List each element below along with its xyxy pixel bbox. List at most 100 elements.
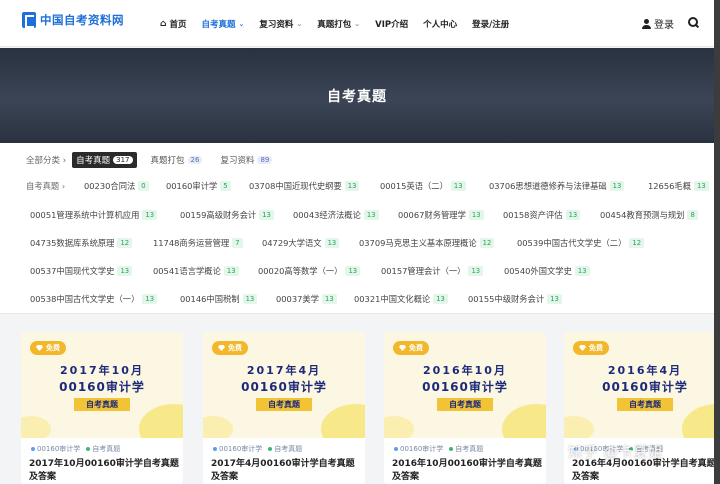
thumb-tag: 自考真题 xyxy=(617,398,673,411)
thumb-decoration xyxy=(321,404,365,438)
thumb-decoration xyxy=(21,416,51,438)
meta-type[interactable]: 自考真题 xyxy=(86,444,120,454)
nav-paper-packs[interactable]: 真题打包 ⌄ xyxy=(317,18,360,30)
nav-vip[interactable]: VIP介绍 xyxy=(375,18,408,30)
thumb-subject: 00160审计学 xyxy=(602,380,688,394)
thumb-subject: 00160审计学 xyxy=(422,380,508,394)
card-thumbnail[interactable]: 免费 2017年4月 00160审计学 自考真题 xyxy=(203,332,365,438)
thumb-tag: 自考真题 xyxy=(256,398,312,411)
subject-filter[interactable]: 00146中国税制 13 xyxy=(180,293,258,305)
thumb-date: 2017年4月 xyxy=(246,364,322,377)
subject-filter[interactable]: 00454教育预测与规划 8 xyxy=(600,209,698,221)
subject-filter[interactable]: 00155中级财务会计 13 xyxy=(468,293,562,305)
free-badge: 免费 xyxy=(393,341,429,355)
category-tab[interactable]: 真题打包 26 xyxy=(147,152,207,168)
chevron-down-icon: ⌄ xyxy=(296,19,303,28)
login-label: 登录 xyxy=(654,20,674,31)
nav-personal-center[interactable]: 个人中心 xyxy=(423,18,457,30)
thumb-decoration xyxy=(502,404,546,438)
subject-filter[interactable]: 03706思想道德修养与法律基础 13 xyxy=(489,180,625,192)
subject-filter[interactable]: 00015英语（二） 13 xyxy=(380,180,466,192)
meta-category[interactable]: 00160审计学 xyxy=(213,444,262,454)
nav-label: VIP介绍 xyxy=(375,19,409,30)
category-row: 全部分类 › 自考真题 317 真题打包 26 复习资料 89 xyxy=(26,152,286,168)
filter-panel: 全部分类 › 自考真题 317 真题打包 26 复习资料 89 自考真题 › 0… xyxy=(0,143,714,314)
subject-filter[interactable]: 04729大学语文 13 xyxy=(262,237,340,249)
site-logo[interactable]: 中国自考资料网 xyxy=(22,12,124,28)
subject-filter[interactable]: 00157管理会计（一） 13 xyxy=(381,265,484,277)
thumb-date: 2017年10月 xyxy=(60,364,144,377)
subject-filter[interactable]: 03708中国近现代史纲要 13 xyxy=(249,180,360,192)
tab-label: 自考真题 xyxy=(76,156,111,166)
subject-filter[interactable]: 00321中国文化概论 13 xyxy=(354,293,448,305)
subject-filter[interactable]: 00051管理系统中计算机应用 13 xyxy=(30,209,158,221)
nav-label: 复习资料 xyxy=(259,19,294,30)
nav-label: 自考真题 xyxy=(201,19,236,30)
home-icon: ⌂ xyxy=(160,18,167,29)
subject-filter[interactable]: 00158资产评估 13 xyxy=(503,209,581,221)
window-edge xyxy=(714,0,720,484)
resource-card[interactable]: 免费 2017年4月 00160审计学 自考真题 00160审计学 自考真题 2… xyxy=(203,332,365,484)
subject-filter[interactable]: 12656毛概 13 xyxy=(648,180,709,192)
diamond-icon xyxy=(399,345,406,351)
tab-label: 复习资料 xyxy=(220,156,255,166)
nav-home[interactable]: ⌂ 首页 xyxy=(160,18,186,30)
count-badge: 89 xyxy=(257,156,273,164)
subject-filter[interactable]: 00037美学 13 xyxy=(276,293,337,305)
category-label: 全部分类 › xyxy=(26,156,67,166)
thumb-decoration xyxy=(203,416,233,438)
free-badge: 免费 xyxy=(573,341,609,355)
thumb-date: 2016年10月 xyxy=(423,364,507,377)
card-title[interactable]: 2016年10月00160审计学自考真题及答案 xyxy=(392,458,542,484)
card-meta: 00160审计学 自考真题 xyxy=(31,444,126,454)
subject-filter[interactable]: 00541语言学概论 13 xyxy=(153,265,239,277)
card-title[interactable]: 2017年10月00160审计学自考真题及答案 xyxy=(29,458,179,484)
meta-type[interactable]: 自考真题 xyxy=(268,444,302,454)
subject-filter[interactable]: 00043经济法概论 13 xyxy=(293,209,379,221)
search-icon[interactable] xyxy=(688,17,699,28)
subject-filter[interactable]: 03709马克思主义基本原理概论 12 xyxy=(359,237,495,249)
card-title[interactable]: 2017年4月00160审计学自考真题及答案 xyxy=(211,458,361,484)
resource-card[interactable]: 免费 2017年10月 00160审计学 自考真题 00160审计学 自考真题 … xyxy=(21,332,183,484)
subject-filter[interactable]: 00537中国现代文学史 13 xyxy=(30,265,133,277)
subject-filter[interactable]: 00539中国古代文学史（二） 12 xyxy=(517,237,645,249)
thumb-decoration xyxy=(682,404,714,438)
logo-icon xyxy=(22,12,36,28)
card-thumbnail[interactable]: 免费 2017年10月 00160审计学 自考真题 xyxy=(21,332,183,438)
subject-filter[interactable]: 04735数据库系统原理 12 xyxy=(30,237,133,249)
subject-filter[interactable]: 00538中国古代文学史（一） 13 xyxy=(30,293,158,305)
card-meta: 00160审计学 自考真题 xyxy=(394,444,489,454)
nav-label: 首页 xyxy=(169,19,187,30)
subject-filter[interactable]: 00067财务管理学 13 xyxy=(398,209,484,221)
subject-filter[interactable]: 00020高等数学（一） 13 xyxy=(258,265,361,277)
subject-filter[interactable]: 00160审计学 5 xyxy=(166,180,231,192)
chevron-down-icon: ⌄ xyxy=(354,19,361,28)
card-thumbnail[interactable]: 免费 2016年10月 00160审计学 自考真题 xyxy=(384,332,546,438)
resource-card[interactable]: 免费 2016年10月 00160审计学 自考真题 00160审计学 自考真题 … xyxy=(384,332,546,484)
subject-filter[interactable]: 00230合同法 0 xyxy=(84,180,149,192)
diamond-icon xyxy=(36,345,43,351)
nav-label: 真题打包 xyxy=(317,19,352,30)
category-tab[interactable]: 自考真题 317 xyxy=(72,152,137,168)
card-meta: 00160审计学 自考真题 xyxy=(213,444,308,454)
page-title: 自考真题 xyxy=(327,89,387,105)
nav-review-materials[interactable]: 复习资料 ⌄ xyxy=(259,18,302,30)
thumb-date: 2016年4月 xyxy=(607,364,683,377)
thumb-decoration xyxy=(384,416,414,438)
subject-filter[interactable]: 00540外国文学史 13 xyxy=(504,265,590,277)
chevron-down-icon: ⌄ xyxy=(238,19,245,28)
logo-text: 中国自考资料网 xyxy=(40,13,124,27)
login-button[interactable]: 登录 xyxy=(642,16,674,31)
subject-filter[interactable]: 00159高级财务会计 13 xyxy=(180,209,274,221)
subject-filter[interactable]: 11748商务运营管理 7 xyxy=(153,237,243,249)
thumb-decoration xyxy=(564,416,594,438)
nav-login-register[interactable]: 登录/注册 xyxy=(472,18,509,30)
diamond-icon xyxy=(579,345,586,351)
meta-type[interactable]: 自考真题 xyxy=(449,444,483,454)
nav-label: 登录/注册 xyxy=(472,19,510,30)
card-thumbnail[interactable]: 免费 2016年4月 00160审计学 自考真题 xyxy=(564,332,714,438)
meta-category[interactable]: 00160审计学 xyxy=(31,444,80,454)
nav-exam-papers[interactable]: 自考真题 ⌄ xyxy=(201,18,244,30)
category-tab[interactable]: 复习资料 89 xyxy=(216,152,276,168)
meta-category[interactable]: 00160审计学 xyxy=(394,444,443,454)
